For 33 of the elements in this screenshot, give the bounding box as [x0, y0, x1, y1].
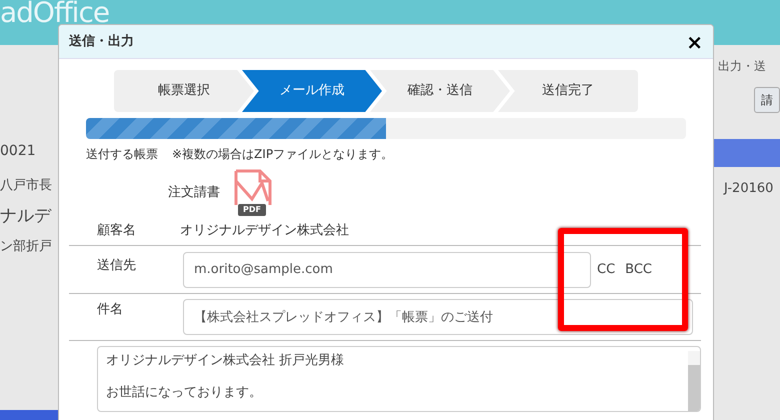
wizard-step[interactable]: メール作成 [242, 70, 382, 112]
wizard-step[interactable]: 帳票選択 [114, 70, 254, 112]
toolbar-button[interactable]: 請 [754, 87, 780, 113]
field-label: 顧客名 [96, 222, 137, 240]
toolbar-label[interactable]: 出力・送 [718, 59, 766, 73]
cc-link[interactable]: CC [597, 260, 616, 280]
attachment-label: 送付する帳票 [86, 146, 158, 163]
pdf-file-icon[interactable] [232, 169, 272, 205]
dialog-title: 送信・出力 [69, 32, 134, 51]
subject-field[interactable]: 【株式会社スプレッドオフィス】「帳票」のご送付 [183, 299, 693, 335]
field-label: 送信先 [96, 257, 137, 275]
attachment-note: ※複数の場合はZIPファイルとなります。 [172, 146, 394, 163]
recipient-field[interactable]: m.orito@sample.com [183, 252, 591, 288]
close-button[interactable]: × [686, 32, 703, 52]
scrollbar[interactable] [688, 351, 700, 411]
field-label: 件名 [96, 301, 124, 319]
background-text: 八戸市長 [0, 177, 53, 195]
customer-name: オリジナルデザイン株式会社 [180, 222, 349, 240]
wizard-step[interactable]: 送信完了 [498, 70, 638, 112]
document-name: 注文請書 [168, 184, 220, 202]
pdf-badge: PDF [238, 204, 266, 216]
table-cell-text: J-20160 [722, 180, 774, 198]
selected-row-bar [0, 410, 60, 420]
background-text: ン部折戸 [0, 238, 53, 256]
table-header-bar [714, 139, 780, 167]
wizard-step[interactable]: 確認・送信 [370, 70, 510, 112]
bcc-link[interactable]: BCC [625, 260, 652, 280]
app-logo: adOffice [0, 0, 110, 30]
message-body-field[interactable]: オリジナルデザイン株式会社 折戸光男様 お世話になっております。 [97, 346, 701, 412]
background-text: ナルデ [0, 204, 52, 228]
message-line: オリジナルデザイン株式会社 折戸光男様 [106, 352, 344, 370]
message-line: お世話になっております。 [106, 384, 263, 402]
background-text: 0021 [0, 142, 37, 161]
